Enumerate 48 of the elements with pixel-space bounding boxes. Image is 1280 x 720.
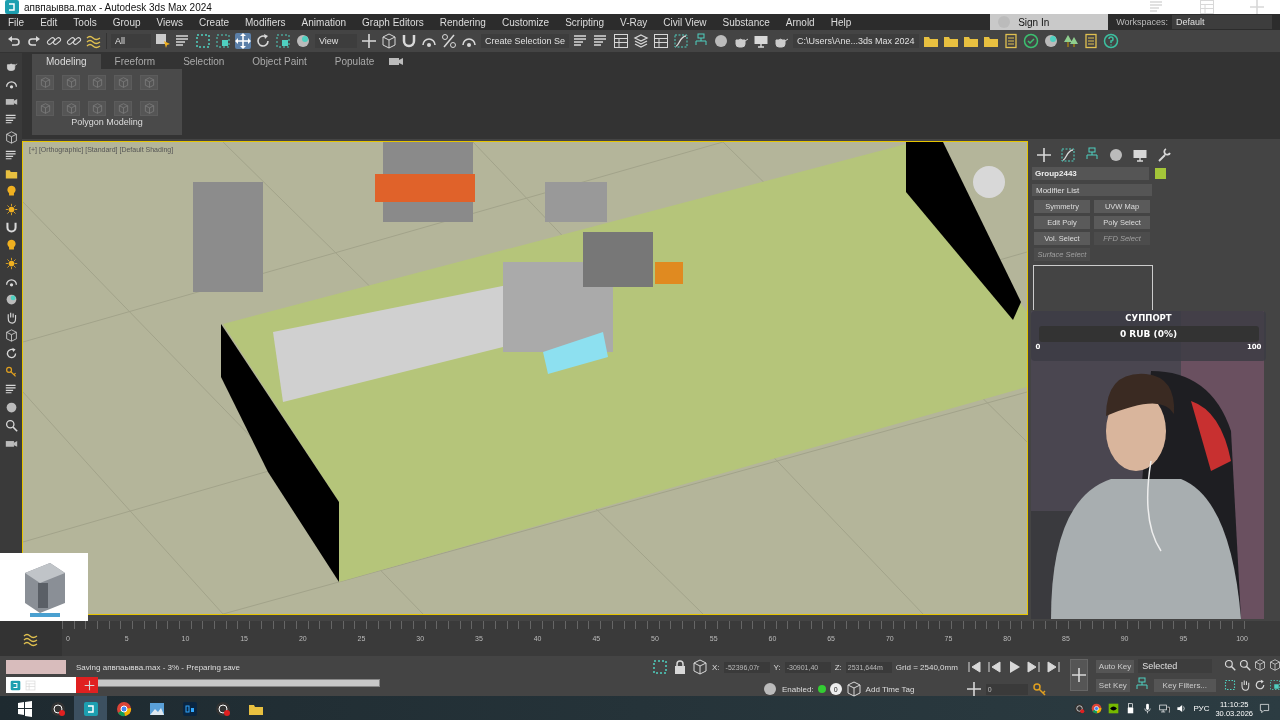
menu-item[interactable]: Substance (714, 16, 778, 28)
menu-item[interactable]: Civil View (655, 16, 715, 28)
menu-item[interactable]: Arnold (777, 16, 823, 28)
language-indicator[interactable]: РУС (1193, 704, 1210, 713)
menu-item[interactable]: Graph Editors (354, 16, 432, 28)
menu-item[interactable]: Group (104, 16, 149, 28)
donation-title: СУППОРТ (1125, 313, 1172, 323)
modifier-list-dropdown[interactable]: Modifier List (1032, 184, 1152, 196)
project-path-dropdown[interactable]: C:\Users\Ane...3ds Max 2024 (793, 34, 919, 48)
reference-coordinate-dropdown[interactable]: View (315, 34, 357, 48)
menu-item[interactable]: Edit (32, 16, 66, 28)
ribbon-tab[interactable]: Object Paint (238, 54, 321, 69)
enabled-label: Enabled: (782, 684, 814, 694)
key-filters-button[interactable]: Key Filters... (1153, 678, 1216, 692)
key-mode-dropdown[interactable]: Selected (1138, 659, 1213, 673)
y-label: Y: (773, 662, 781, 672)
x-label: X: (712, 662, 720, 672)
menu-item[interactable]: Views (148, 16, 191, 28)
menu-item[interactable]: Animation (293, 16, 355, 28)
menu-item[interactable]: Help (822, 16, 860, 28)
workspace-dropdown[interactable]: Default (1172, 15, 1272, 29)
named-selection-field[interactable]: Create Selection Se (481, 34, 570, 48)
menu-item[interactable]: Create (191, 16, 238, 28)
menu-item[interactable]: V-Ray (612, 16, 656, 28)
grid-size: Grid = 2540,0mm (895, 662, 958, 672)
sign-in-button[interactable]: Sign In (990, 14, 1109, 30)
ribbon-tab[interactable]: Populate (320, 54, 389, 69)
menu-item[interactable]: Scripting (557, 16, 613, 28)
ribbon-tab[interactable]: Freeform (100, 54, 170, 69)
sign-in-label: Sign In (1018, 16, 1050, 28)
ribbon-tab[interactable]: Selection (169, 54, 239, 69)
set-key-button[interactable]: Set Key (1095, 678, 1130, 692)
ribbon-tab[interactable]: Modeling (32, 54, 101, 69)
add-time-tag-link[interactable]: Add Time Tag (865, 684, 915, 694)
menu-item[interactable]: Rendering (431, 16, 494, 28)
auto-key-button[interactable]: Auto Key (1095, 659, 1135, 673)
panel-title[interactable]: Polygon Modeling (36, 117, 178, 131)
z-label: Z: (834, 662, 842, 672)
object-name-field[interactable]: Group2443 (1032, 167, 1149, 180)
menu-item[interactable]: Modifiers (237, 16, 294, 28)
donation-amount: 0 RUB (0%) (1119, 329, 1178, 339)
status-message: Saving апвпаывва.max - 3% - Preparing save (76, 662, 241, 672)
menu-item[interactable]: Tools (65, 16, 105, 28)
workspaces-label: Workspaces: (1116, 17, 1168, 27)
window-title: апвпаывва.max - Autodesk 3ds Max 2024 (24, 1, 212, 13)
selection-filter-dropdown[interactable]: All (111, 34, 151, 48)
menu-item[interactable]: File (0, 16, 33, 28)
menu-item[interactable]: Customize (493, 16, 558, 28)
